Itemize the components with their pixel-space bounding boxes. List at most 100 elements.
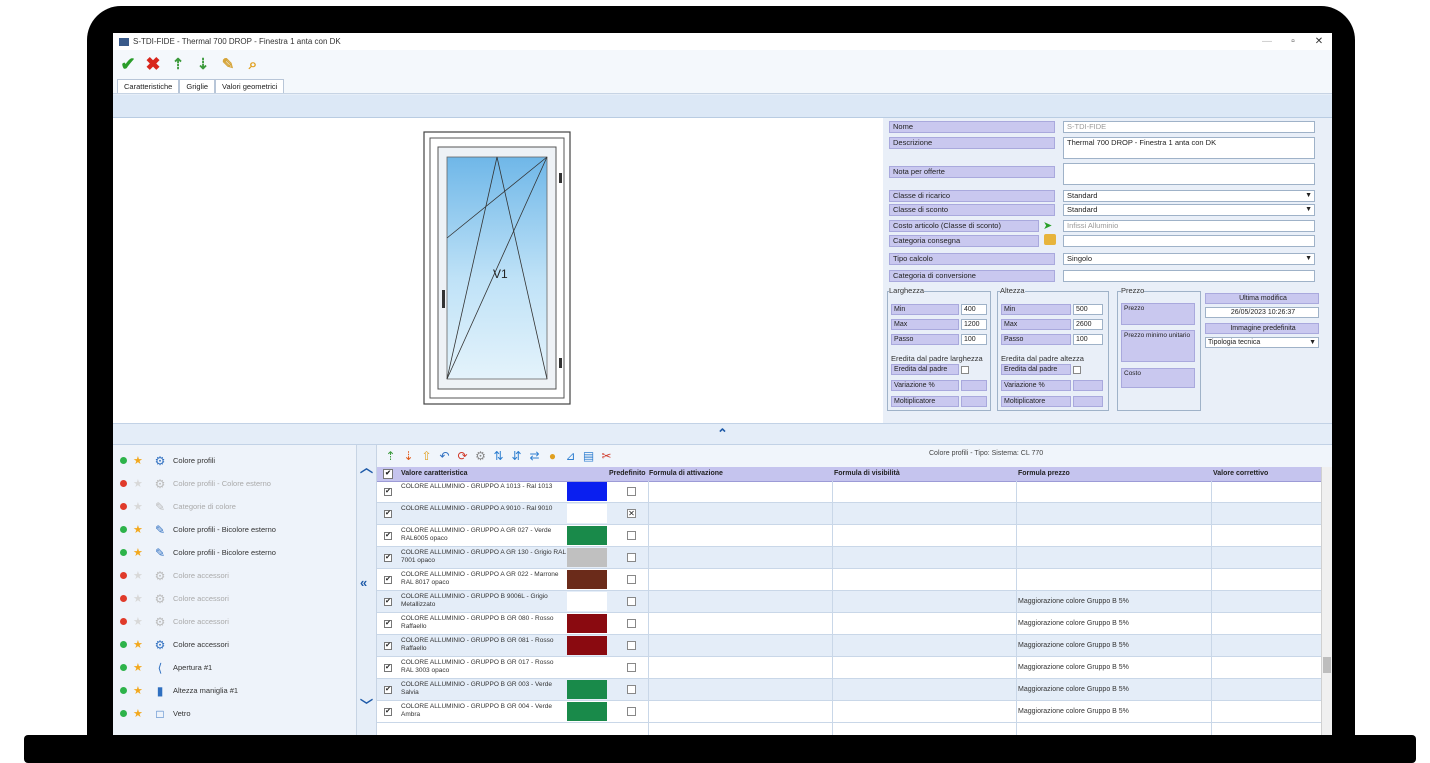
star-icon[interactable]: ★ [133,615,145,628]
scroll-thumb[interactable] [1323,657,1331,673]
star-icon[interactable]: ★ [133,569,145,582]
altezza-variazione-value[interactable] [1073,380,1103,391]
default-checkbox[interactable] [627,553,636,562]
cancel-x-icon[interactable]: ✖ [142,53,164,75]
delete-icon[interactable]: ✂ [599,449,614,464]
default-checkbox[interactable] [627,641,636,650]
star-icon[interactable]: ★ [133,661,145,674]
altezza-eredita-checkbox[interactable] [1073,366,1081,374]
move-left-icon[interactable]: « [360,575,367,590]
list-item[interactable]: ★ ⚙ Colore profili [113,449,356,472]
table-row[interactable]: ✔ COLORE ALLUMINIO - GRUPPO A GR 022 - Ma… [377,569,1321,591]
table-row[interactable]: ✔ COLORE ALLUMINIO - GRUPPO A 1013 - Ral … [377,481,1321,503]
star-icon[interactable]: ★ [133,523,145,536]
table-row[interactable]: ✔ COLORE ALLUMINIO - GRUPPO B GR 080 - Ro… [377,613,1321,635]
list-item[interactable]: ★ ⚙ Colore accessori [113,564,356,587]
tab-caratteristiche[interactable]: Caratteristiche [117,79,180,93]
list-item[interactable]: ★ ⚙ Colore profili - Colore esterno [113,472,356,495]
table-row[interactable]: ✔ COLORE ALLUMINIO - GRUPPO B GR 004 - Ve… [377,701,1321,723]
row-checkbox[interactable]: ✔ [384,554,392,562]
table-row[interactable]: ✔ COLORE ALLUMINIO - GRUPPO A GR 027 - Ve… [377,525,1321,547]
table-row[interactable]: ✔ COLORE ALLUMINIO - GRUPPO A GR 130 - Gr… [377,547,1321,569]
move-up-icon[interactable]: ⇡ [167,53,189,75]
col-prezzo[interactable]: Formula prezzo [1018,470,1070,477]
costo-field[interactable]: Costo [1121,368,1195,388]
larghezza-variazione-value[interactable] [961,380,987,391]
default-checkbox[interactable] [627,531,636,540]
row-checkbox[interactable]: ✔ [384,510,392,518]
close-button[interactable]: ✕ [1306,36,1332,47]
col-attivazione[interactable]: Formula di attivazione [649,470,723,477]
default-checkbox[interactable] [627,597,636,606]
list-item[interactable]: ★ ✎ Colore profili - Bicolore esterno [113,541,356,564]
col-valore[interactable]: Valore caratteristica [401,470,468,477]
tab-griglie[interactable]: Griglie [179,79,216,93]
field-nome[interactable]: S-TDI-FIDE [1063,121,1315,133]
prezzo-field[interactable]: Prezzo [1121,303,1195,325]
scroll-down-icon[interactable]: ﹀ [360,695,373,714]
list-item[interactable]: ★ ✎ Categorie di colore [113,495,356,518]
prezzo-minimo-field[interactable]: Prezzo minimo unitario [1121,330,1195,362]
col-correttivo[interactable]: Valore correttivo [1213,470,1268,477]
star-icon[interactable]: ★ [133,477,145,490]
sort-icon[interactable]: ⇄ [527,449,542,464]
field-costo[interactable]: Infissi Alluminio [1063,220,1315,232]
altezza-passo-value[interactable]: 100 [1073,334,1103,345]
larghezza-eredita-checkbox[interactable] [961,366,969,374]
row-checkbox[interactable]: ✔ [384,708,392,716]
folder-icon[interactable] [1044,234,1056,245]
select-classe-sconto[interactable]: Standard ▼ [1063,204,1315,216]
altezza-max-value[interactable]: 2600 [1073,319,1103,330]
star-icon[interactable]: ★ [133,684,145,697]
list-item[interactable]: ★ ⚙ Colore accessori [113,610,356,633]
list-item[interactable]: ★ ⚙ Colore accessori [113,587,356,610]
table-row[interactable]: ✔ COLORE ALLUMINIO - GRUPPO B GR 017 - Ro… [377,657,1321,679]
star-icon[interactable]: ★ [133,546,145,559]
larghezza-moltiplicatore-value[interactable] [961,396,987,407]
import-icon[interactable]: ⇧ [419,449,434,464]
row-checkbox[interactable]: ✔ [384,532,392,540]
edit-document-icon[interactable]: ✎ [217,53,239,75]
select-tipo-calcolo[interactable]: Singolo ▼ [1063,253,1315,265]
scroll-up-icon[interactable]: ︿ [360,457,373,476]
altezza-min-value[interactable]: 500 [1073,304,1103,315]
sort-za-icon[interactable]: ⇵ [509,449,524,464]
field-nota[interactable] [1063,163,1315,185]
list-item[interactable]: ★ ▮ Altezza maniglia #1 [113,679,356,702]
gear-icon[interactable]: ⚙ [473,449,488,464]
select-immagine[interactable]: Tipologia tecnica ▼ [1205,337,1319,348]
row-checkbox[interactable]: ✔ [384,642,392,650]
default-checkbox[interactable] [627,487,636,496]
list-item[interactable]: ★ ⟨ Apertura #1 [113,656,356,679]
row-checkbox[interactable]: ✔ [384,576,392,584]
star-icon[interactable]: ★ [133,592,145,605]
table-row[interactable]: ✔ COLORE ALLUMINIO - GRUPPO B 9006L - Gri… [377,591,1321,613]
minimize-button[interactable]: — [1254,36,1280,47]
sort-az-icon[interactable]: ⇅ [491,449,506,464]
panel-splitter[interactable]: ⌃ [113,423,1332,445]
row-checkbox[interactable]: ✔ [384,598,392,606]
filter-icon[interactable]: ⊿ [563,449,578,464]
select-all-checkbox[interactable]: ✔ [383,469,393,479]
list-item[interactable]: ★ ✎ Colore profili - Bicolore esterno [113,518,356,541]
default-checkbox[interactable] [627,575,636,584]
lookup-arrow-icon[interactable]: ➤ [1043,219,1052,232]
collapse-up-icon[interactable]: ⌃ [717,426,728,441]
field-descrizione[interactable]: Thermal 700 DROP - Finestra 1 anta con D… [1063,137,1315,159]
select-classe-ricarico[interactable]: Standard ▼ [1063,190,1315,202]
tab-valori-geometrici[interactable]: Valori geometrici [215,79,285,93]
default-checkbox[interactable] [627,663,636,672]
star-icon[interactable]: ★ [133,500,145,513]
row-checkbox[interactable]: ✔ [384,664,392,672]
larghezza-passo-value[interactable]: 100 [961,334,987,345]
star-icon[interactable]: ★ [133,638,145,651]
row-checkbox[interactable]: ✔ [384,620,392,628]
add-green-icon[interactable]: ⇡ [383,449,398,464]
default-checkbox[interactable] [627,707,636,716]
grid-scrollbar[interactable] [1321,467,1332,735]
table-row[interactable]: ✔ COLORE ALLUMINIO - GRUPPO A 9010 - Ral … [377,503,1321,525]
default-checkbox[interactable] [627,685,636,694]
warning-icon[interactable]: ● [545,449,560,464]
list-item[interactable]: ★ ⚙ Colore accessori [113,633,356,656]
add-orange-icon[interactable]: ⇣ [401,449,416,464]
